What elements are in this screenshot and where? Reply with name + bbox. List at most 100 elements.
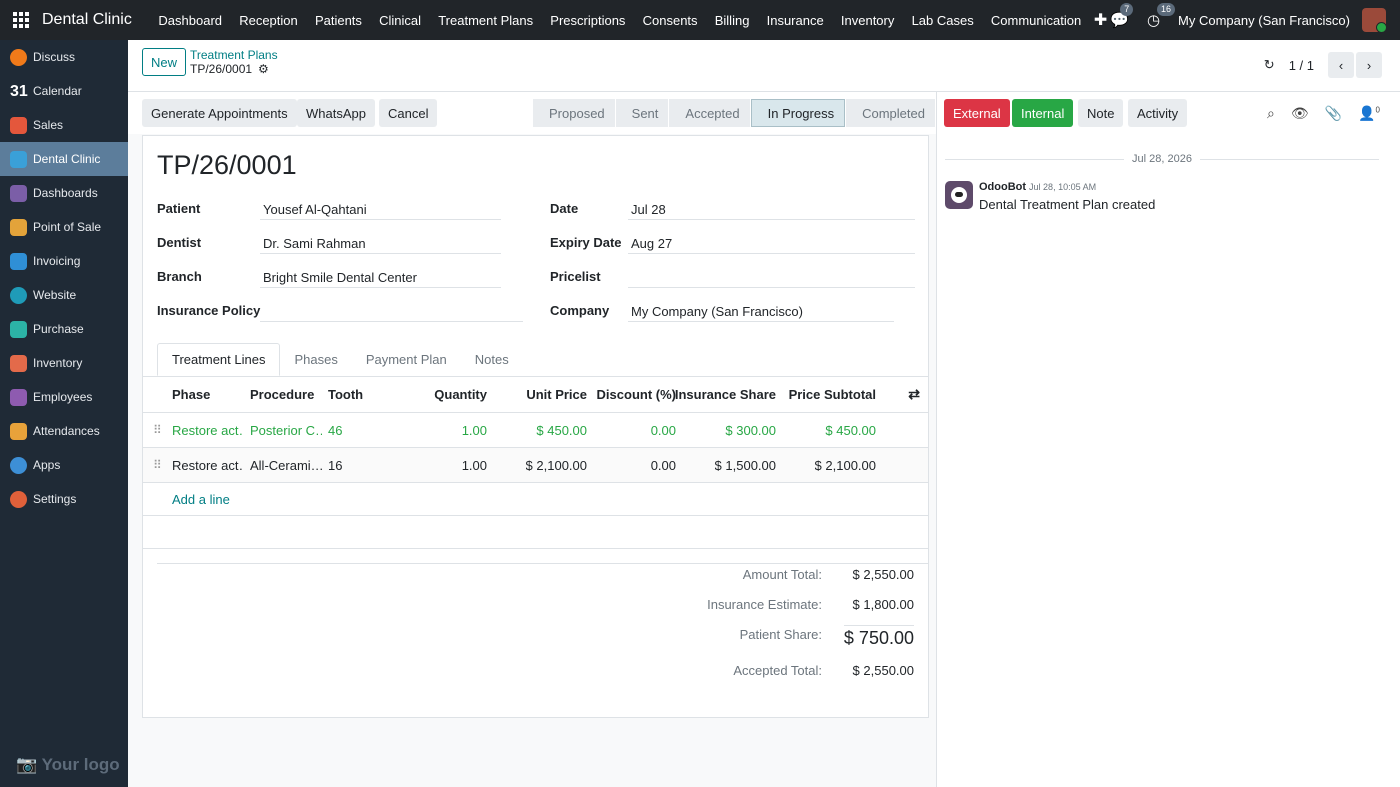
breadcrumb-current: TP/26/0001 ⚙ [190, 62, 269, 76]
drag-handle-icon[interactable]: ⠿ [153, 458, 162, 472]
stage-completed[interactable]: Completed [846, 99, 935, 127]
drag-handle-icon[interactable]: ⠿ [153, 423, 162, 437]
date-separator: Jul 28, 2026 [945, 153, 1379, 165]
totals-divider [157, 563, 928, 564]
insurance-policy-label: Insurance Policy [157, 303, 261, 318]
expiry-date-field[interactable]: Aug 27 [628, 232, 915, 254]
stage-in-progress[interactable]: In Progress [750, 99, 846, 127]
sidebar-item-apps[interactable]: Apps [0, 448, 128, 482]
sidebar-item-purchase[interactable]: Purchase [0, 312, 128, 346]
menu-insurance[interactable]: Insurance [758, 13, 832, 28]
sidebar-item-dashboards[interactable]: Dashboards [0, 176, 128, 210]
tab-notes[interactable]: Notes [461, 343, 523, 376]
company-field[interactable]: My Company (San Francisco) [628, 300, 894, 322]
stage-accepted[interactable]: Accepted [669, 99, 750, 127]
menu-treatment-plans[interactable]: Treatment Plans [430, 13, 542, 28]
user-avatar[interactable] [1362, 8, 1386, 32]
search-icon[interactable]: ⌕ [1267, 105, 1275, 122]
dentist-field[interactable]: Dr. Sami Rahman [260, 232, 501, 254]
menu-inventory[interactable]: Inventory [832, 13, 903, 28]
col-quantity[interactable]: Quantity [434, 387, 487, 402]
odoobot-avatar[interactable] [945, 181, 973, 209]
app-name[interactable]: Dental Clinic [42, 11, 132, 29]
stage-sent[interactable]: Sent [615, 99, 669, 127]
col-tooth[interactable]: Tooth [328, 387, 363, 402]
refresh-icon[interactable]: ↻ [1264, 57, 1275, 73]
followers-icon[interactable]: 👤0 [1358, 105, 1380, 122]
menu-patients[interactable]: Patients [306, 13, 370, 28]
sidebar-item-website[interactable]: Website [0, 278, 128, 312]
menu-lab-cases[interactable]: Lab Cases [903, 13, 982, 28]
tab-treatment-lines[interactable]: Treatment Lines [157, 343, 281, 376]
messages-icon[interactable]: 💬 7 [1110, 3, 1134, 29]
internal-note-button[interactable]: Internal [1012, 99, 1074, 127]
top-navbar: Dental Clinic Dashboard Reception Patien… [0, 0, 1400, 40]
tab-payment-plan[interactable]: Payment Plan [352, 343, 461, 376]
pager-value[interactable]: 1 / 1 [1289, 58, 1314, 73]
pricelist-field[interactable] [628, 266, 915, 288]
pager-previous-button[interactable]: ‹ [1328, 52, 1354, 78]
stage-proposed[interactable]: Proposed [533, 99, 615, 127]
menu-prescriptions[interactable]: Prescriptions [542, 13, 634, 28]
person-icon [10, 422, 27, 440]
column-settings-icon[interactable]: ⇄ [908, 386, 920, 403]
apps-menu-icon[interactable] [0, 0, 42, 40]
sidebar-item-point-of-sale[interactable]: Point of Sale [0, 210, 128, 244]
table-row[interactable]: ⠿ Restore act… Posterior C… 46 1.00 $ 45… [143, 413, 928, 448]
eye-icon[interactable]: 👁 [1291, 105, 1309, 122]
sidebar-item-label: Dashboards [33, 186, 98, 200]
sidebar-item-attendances[interactable]: Attendances [0, 414, 128, 448]
pager-next-button[interactable]: › [1356, 52, 1382, 78]
col-discount[interactable]: Discount (%) [597, 387, 676, 402]
followers-count: 0 [1375, 105, 1380, 115]
sidebar-item-calendar[interactable]: 31 Calendar [0, 74, 128, 108]
branch-field[interactable]: Bright Smile Dental Center [260, 266, 501, 288]
activity-clock-icon[interactable]: ◷ 16 [1147, 3, 1175, 29]
people-icon [10, 388, 27, 406]
generate-appointments-button[interactable]: Generate Appointments [142, 99, 297, 127]
company-label: Company [550, 303, 610, 318]
sidebar-item-dental-clinic[interactable]: Dental Clinic [0, 142, 128, 176]
col-phase[interactable]: Phase [172, 387, 210, 402]
note-button[interactable]: Note [1078, 99, 1124, 127]
sidebar-item-sales[interactable]: Sales [0, 108, 128, 142]
message-author: OdooBot Jul 28, 10:05 AM [979, 181, 1097, 193]
col-procedure[interactable]: Procedure [250, 387, 314, 402]
tab-phases[interactable]: Phases [280, 343, 351, 376]
sidebar-item-employees[interactable]: Employees [0, 380, 128, 414]
expiry-date-label: Expiry Date [550, 235, 622, 250]
activity-button[interactable]: Activity [1128, 99, 1188, 127]
menu-communication[interactable]: Communication [982, 13, 1090, 28]
company-switcher[interactable]: My Company (San Francisco) [1178, 13, 1350, 28]
cancel-button[interactable]: Cancel [379, 99, 438, 127]
menu-clinical[interactable]: Clinical [371, 13, 430, 28]
whatsapp-button[interactable]: WhatsApp [297, 99, 375, 127]
sidebar-item-inventory[interactable]: Inventory [0, 346, 128, 380]
control-panel: New Treatment Plans TP/26/0001 ⚙ ↻ 1 / 1 … [128, 40, 1400, 92]
table-row[interactable]: ⠿ Restore act… All-Cerami… 16 1.00 $ 2,1… [143, 448, 928, 483]
external-message-button[interactable]: External [944, 99, 1010, 127]
sidebar-item-settings[interactable]: Settings [0, 482, 128, 516]
dentist-label: Dentist [157, 235, 202, 250]
menu-dashboard[interactable]: Dashboard [150, 13, 231, 28]
add-line-link[interactable]: Add a line [172, 492, 230, 507]
pricelist-label: Pricelist [550, 269, 601, 284]
insurance-policy-field[interactable] [260, 300, 523, 322]
menu-reception[interactable]: Reception [231, 13, 307, 28]
plus-icon[interactable]: ✚ [1094, 10, 1107, 30]
gear-icon[interactable]: ⚙ [258, 62, 269, 76]
patient-field[interactable]: Yousef Al-Qahtani [260, 198, 501, 220]
col-price-subtotal[interactable]: Price Subtotal [789, 387, 876, 402]
menu-consents[interactable]: Consents [634, 13, 706, 28]
new-button[interactable]: New [142, 48, 186, 76]
col-unit-price[interactable]: Unit Price [526, 387, 587, 402]
breadcrumb-parent[interactable]: Treatment Plans [190, 48, 278, 62]
sidebar-item-invoicing[interactable]: Invoicing [0, 244, 128, 278]
paperclip-icon[interactable]: 📎 [1325, 105, 1342, 122]
col-insurance-share[interactable]: Insurance Share [675, 387, 776, 402]
date-field[interactable]: Jul 28 [628, 198, 915, 220]
table-header: Phase Procedure Tooth Quantity Unit Pric… [143, 377, 928, 413]
sidebar-item-label: Employees [33, 390, 93, 404]
menu-billing[interactable]: Billing [706, 13, 758, 28]
sidebar-item-discuss[interactable]: Discuss [0, 40, 128, 74]
